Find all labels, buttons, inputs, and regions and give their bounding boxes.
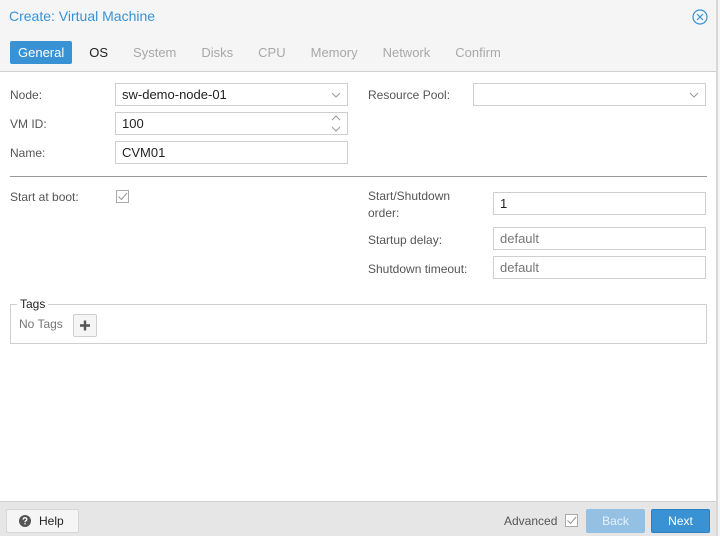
tags-legend: Tags <box>17 297 49 311</box>
checkmark-icon <box>567 516 577 525</box>
wizard-tabs: General OS System Disks CPU Memory Netwo… <box>10 41 518 64</box>
vmid-spinner[interactable]: 100 <box>115 112 348 135</box>
spinner-arrows-icon[interactable] <box>331 113 341 134</box>
chevron-down-icon[interactable] <box>689 84 699 105</box>
question-circle-icon <box>19 515 31 527</box>
vmid-label: VM ID: <box>10 117 47 131</box>
next-button[interactable]: Next <box>651 509 710 533</box>
advanced-label: Advanced <box>504 514 558 528</box>
start-shutdown-order-input[interactable]: 1 <box>493 192 706 215</box>
checkmark-icon <box>118 192 128 201</box>
create-vm-dialog: Create: Virtual Machine General OS Syste… <box>0 0 718 536</box>
help-label: Help <box>39 514 64 528</box>
tags-fieldset: Tags No Tags <box>10 297 707 344</box>
no-tags-text: No Tags <box>19 317 63 331</box>
tab-os[interactable]: OS <box>81 41 116 64</box>
advanced-checkbox[interactable] <box>565 514 578 527</box>
tab-network[interactable]: Network <box>375 41 439 64</box>
start-at-boot-label: Start at boot: <box>10 190 79 204</box>
start-shutdown-order-label: Start/Shutdown order: <box>368 189 451 220</box>
start-at-boot-checkbox[interactable] <box>116 190 129 203</box>
help-button[interactable]: Help <box>6 509 79 533</box>
name-label: Name: <box>10 146 46 160</box>
resource-pool-select[interactable] <box>473 83 706 106</box>
section-divider <box>10 176 707 177</box>
startup-delay-label: Startup delay: <box>368 233 443 247</box>
tab-memory[interactable]: Memory <box>303 41 366 64</box>
startup-delay-input[interactable]: default <box>493 227 706 250</box>
plus-icon <box>80 320 90 331</box>
tab-system[interactable]: System <box>125 41 184 64</box>
back-button[interactable]: Back <box>586 509 645 533</box>
dialog-title: Create: Virtual Machine <box>9 8 156 24</box>
shutdown-timeout-input[interactable]: default <box>493 256 706 279</box>
tab-cpu[interactable]: CPU <box>250 41 293 64</box>
window-edge <box>716 0 718 536</box>
shutdown-timeout-label: Shutdown timeout: <box>368 262 468 276</box>
close-icon[interactable] <box>692 9 708 25</box>
general-panel: Node: sw-demo-node-01 VM ID: 100 Name: C… <box>0 71 717 501</box>
resource-pool-label: Resource Pool: <box>368 88 451 102</box>
tab-general[interactable]: General <box>10 41 73 64</box>
node-label: Node: <box>10 88 43 102</box>
dialog-footer: Help Advanced Back Next <box>0 501 717 536</box>
name-input[interactable]: CVM01 <box>115 141 348 164</box>
vmid-value: 100 <box>122 116 144 131</box>
add-tag-button[interactable] <box>73 314 97 337</box>
tab-confirm[interactable]: Confirm <box>447 41 509 64</box>
tab-disks[interactable]: Disks <box>193 41 241 64</box>
node-select[interactable]: sw-demo-node-01 <box>115 83 348 106</box>
node-value: sw-demo-node-01 <box>122 87 227 102</box>
chevron-down-icon[interactable] <box>331 84 341 105</box>
